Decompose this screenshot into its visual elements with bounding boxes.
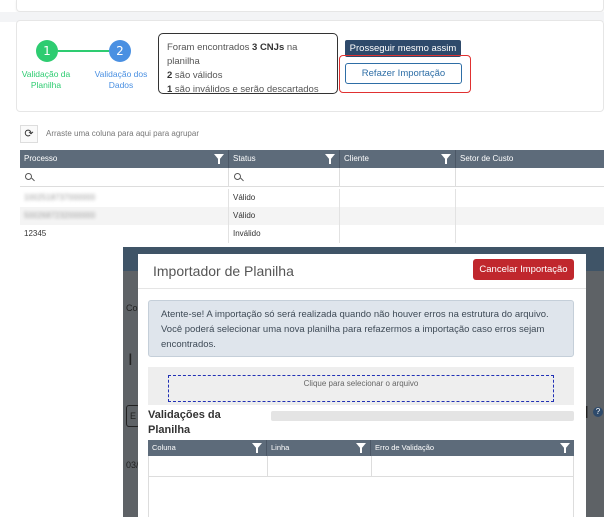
step-2-indicator: 2 [109,40,131,62]
filter-input-linha[interactable] [268,456,372,477]
validation-grid-header: Coluna Linha Erro de Validação [148,440,574,456]
redo-import-button[interactable]: Refazer Importação [345,63,462,84]
filter-input-erro[interactable] [372,456,573,477]
cancel-import-button[interactable]: Cancelar Importação [473,259,574,280]
grid-header: Processo Status Cliente Setor de Custo [20,150,604,168]
group-by-hint: Arraste uma coluna para aqui para agrupa… [46,129,199,138]
modal-title: Importador de Planilha [153,263,294,279]
modal-divider [138,288,586,289]
filter-input-processo[interactable] [20,168,229,187]
filter-icon[interactable] [214,154,224,164]
column-label: Erro de Validação [375,443,435,452]
validation-grid-body [148,477,574,517]
filter-icon[interactable] [441,154,451,164]
cell-status: Inválido [229,225,340,243]
column-header-cliente[interactable]: Cliente [340,150,456,168]
validation-filter-row [148,456,574,477]
file-select-dropzone[interactable]: Clique para selecionar o arquivo [168,375,554,402]
cell-processo: 1002518737000000 [20,189,229,207]
filter-row [20,168,604,187]
step-1-indicator: 1 [36,40,58,62]
column-header-coluna[interactable]: Coluna [148,440,267,456]
column-label: Setor de Custo [460,154,514,163]
summary-cnj-count: 3 CNJs [252,42,285,53]
column-label: Cliente [344,154,369,163]
validation-progress-bar [271,411,574,421]
validations-title: Validações da Planilha [148,409,221,436]
step-2-label: Validação dos Dados [94,69,148,90]
refresh-icon[interactable]: ⟳ [20,125,38,143]
column-header-status[interactable]: Status [229,150,340,168]
column-label: Status [233,154,256,163]
background-title-fragment: I [128,350,133,369]
cell-cliente [340,225,456,243]
summary-line1-prefix: Foram encontrados [167,42,253,53]
table-row[interactable]: 12345 Inválido [20,225,604,243]
background-date-fragment: 03/ [126,460,139,470]
column-label: Processo [24,154,58,163]
filter-input-coluna[interactable] [149,456,268,477]
column-label: Linha [271,443,290,452]
step-1-label: Validação da Planilha [21,69,71,90]
cell-cliente [340,207,456,225]
cell-processo: 5002687232000000 [20,207,229,225]
cell-status: Válido [229,207,340,225]
background-tab-fragment: Co [126,303,138,313]
filter-icon[interactable] [252,443,262,453]
summary-valid-text: são válidos [172,70,223,81]
import-summary-box: Foram encontrados 3 CNJs na planilha 2 s… [158,33,338,95]
search-icon [234,173,241,180]
filter-icon[interactable] [560,443,570,453]
column-header-setor[interactable]: Setor de Custo [456,150,604,168]
table-row[interactable]: 5002687232000000 Válido [20,207,604,225]
column-label: Coluna [152,443,176,452]
filter-input-cliente[interactable] [340,168,456,187]
cell-processo: 12345 [20,225,229,243]
top-card [16,0,604,12]
search-icon [25,173,32,180]
cell-setor [456,207,604,225]
filter-icon[interactable] [356,443,366,453]
warning-alert: Atente-se! A importação só será realizad… [148,300,574,357]
filter-input-setor[interactable] [456,168,604,187]
column-header-linha[interactable]: Linha [267,440,371,456]
cell-status: Válido [229,189,340,207]
cell-setor [456,225,604,243]
filter-input-status[interactable] [229,168,340,187]
stepper-connector [58,50,109,52]
help-icon: ? [593,407,603,417]
filter-icon[interactable] [325,154,335,164]
table-row[interactable]: 1002518737000000 Válido [20,189,604,207]
cell-setor [456,189,604,207]
column-header-processo[interactable]: Processo [20,150,229,168]
summary-invalid-text: são inválidos e serão descartados [172,84,319,95]
cell-cliente [340,189,456,207]
column-header-erro[interactable]: Erro de Validação [371,440,574,456]
